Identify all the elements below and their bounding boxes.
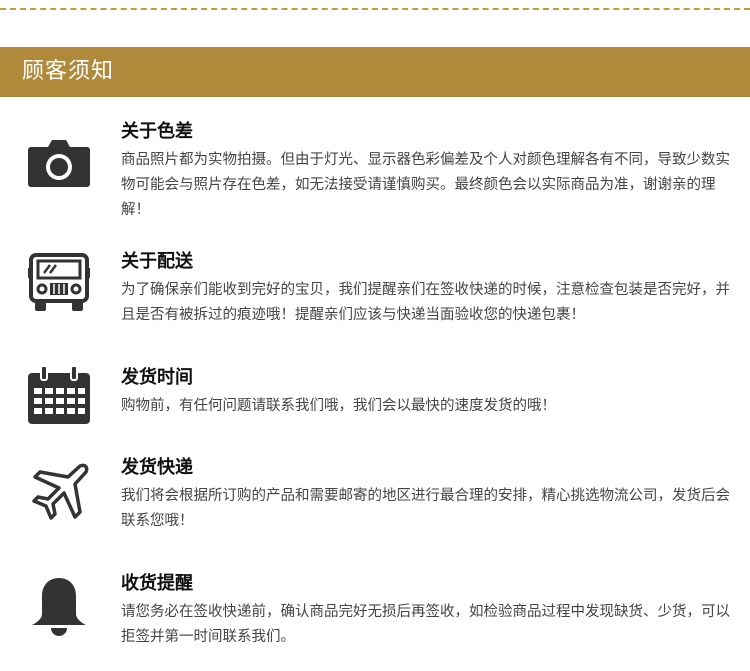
section-title: 关于配送: [121, 251, 193, 272]
section-text: 发货时间 购物前，有任何问题请联系我们哦，我们会以最快的速度发货的哦！: [121, 366, 731, 419]
section-body: 购物前，有任何问题请联系我们哦，我们会以最快的速度发货的哦！: [121, 398, 556, 414]
section-body: 我们将会根据所订购的产品和需要邮寄的地区进行最合理的安排，精心挑选物流公司，发货…: [121, 488, 730, 529]
section-title: 发货快递: [121, 457, 193, 478]
section-text: 发货快递 我们将会根据所订购的产品和需要邮寄的地区进行最合理的安排，精心挑选物流…: [121, 456, 731, 534]
section-text: 关于色差 商品照片都为实物拍摄。但由于灯光、显示器色彩偏差及个人对颜色理解各有不…: [121, 120, 731, 223]
airplane-icon: [28, 462, 90, 524]
dashed-divider: [0, 8, 750, 10]
section-body: 为了确保亲们能收到完好的宝贝，我们提醒亲们在签收快递的时候，注意检查包装是否完好…: [121, 282, 730, 323]
section-title: 收货提醒: [121, 573, 193, 594]
calendar-icon: [28, 366, 90, 428]
delivery-truck-icon: [28, 252, 90, 314]
section-title: 发货时间: [121, 367, 193, 388]
section-text: 关于配送 为了确保亲们能收到完好的宝贝，我们提醒亲们在签收快递的时候，注意检查包…: [121, 250, 731, 328]
section-body: 请您务必在签收快递前，确认商品完好无损后再签收，如检验商品过程中发现缺货、少货，…: [121, 604, 730, 645]
header-bar: 顾客须知: [0, 47, 750, 97]
section-text: 收货提醒 请您务必在签收快递前，确认商品完好无损后再签收，如检验商品过程中发现缺…: [121, 572, 731, 650]
section-body: 商品照片都为实物拍摄。但由于灯光、显示器色彩偏差及个人对颜色理解各有不同，导致少…: [121, 152, 730, 218]
customer-notice-page: 顾客须知 关于色差 商品照片都为实物拍摄。但由于灯光、显示器色彩偏差及个人对颜色…: [0, 0, 750, 671]
page-title: 顾客须知: [22, 59, 115, 84]
section-title: 关于色差: [121, 121, 193, 142]
camera-icon: [28, 138, 90, 200]
bell-icon: [28, 576, 90, 638]
